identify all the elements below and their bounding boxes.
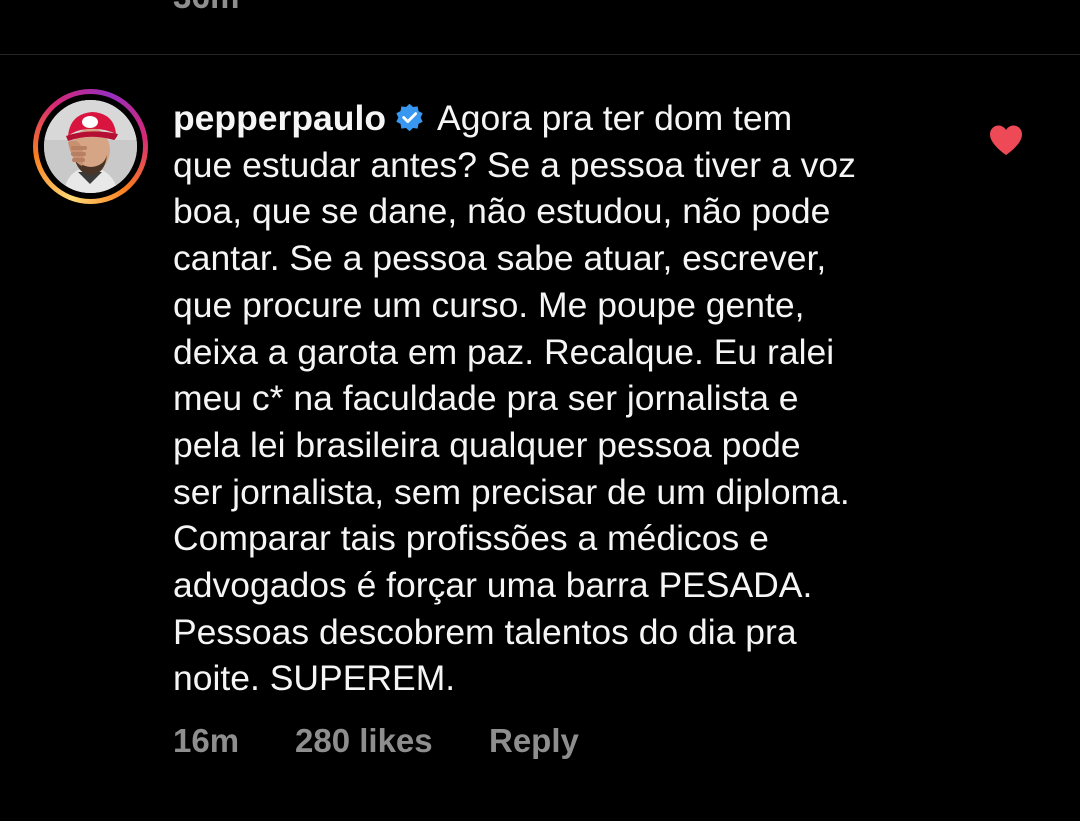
verified-badge-icon	[396, 103, 423, 132]
comment-username[interactable]: pepperpaulo	[173, 98, 386, 138]
heart-icon[interactable]	[988, 124, 1024, 156]
reply-button[interactable]: Reply	[489, 722, 579, 760]
avatar[interactable]	[44, 100, 137, 193]
likes-count[interactable]: 280 likes	[295, 722, 489, 760]
previous-comment-timestamp: 36m	[173, 0, 240, 16]
comment-timestamp: 16m	[173, 722, 240, 759]
comment-divider	[0, 54, 1080, 55]
comment-body: pepperpaulo Agora pra ter dom tem que est…	[173, 95, 963, 702]
avatar-story-ring[interactable]	[33, 89, 148, 204]
comment-text: Agora pra ter dom tem que estudar antes?…	[173, 98, 856, 699]
comment-actions: 16m 280 likes Reply	[173, 722, 579, 760]
